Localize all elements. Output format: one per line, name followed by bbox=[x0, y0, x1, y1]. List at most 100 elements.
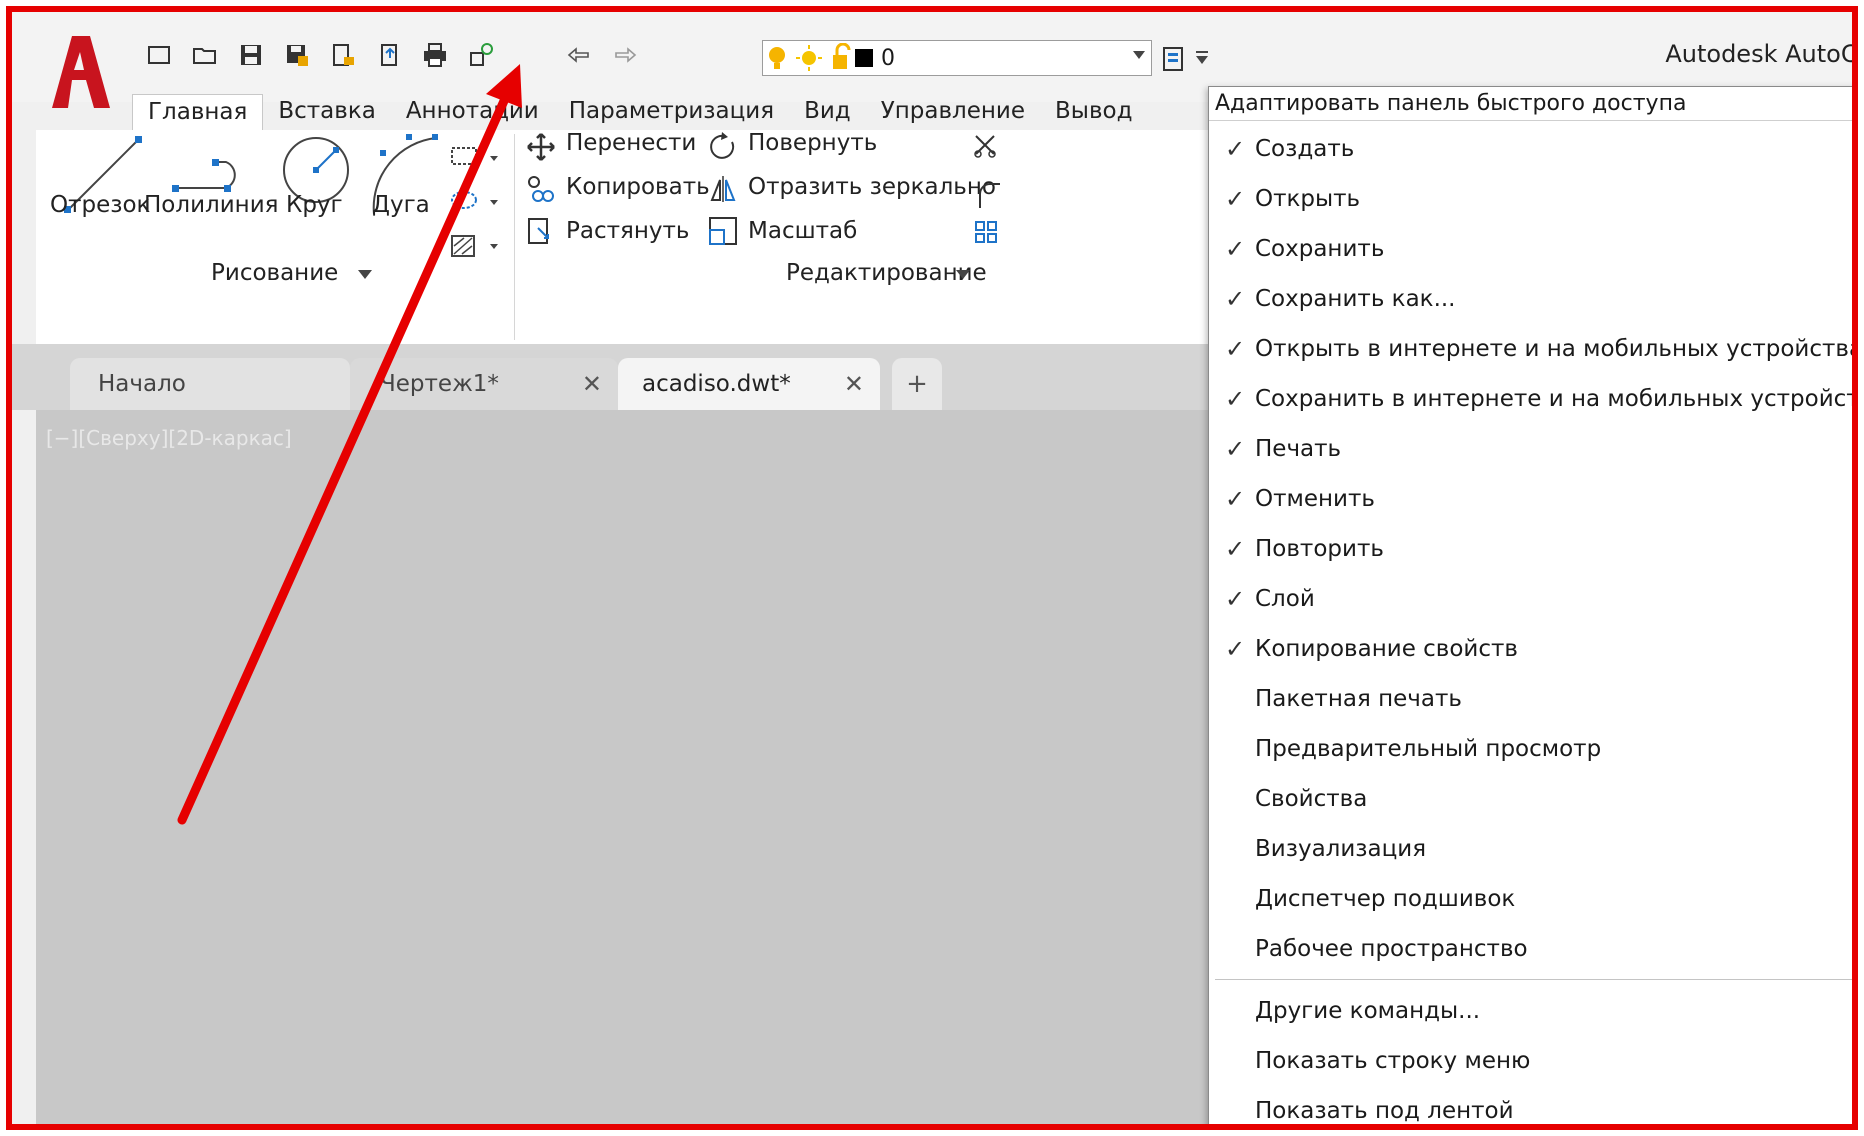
menu-item-more-commands[interactable]: Другие команды... bbox=[1209, 989, 1852, 1033]
chevron-down-icon[interactable] bbox=[1133, 51, 1145, 59]
menu-item-label: Слой bbox=[1255, 586, 1315, 612]
menu-item-properties[interactable]: Свойства bbox=[1209, 777, 1852, 821]
tab-acadiso-label: acadiso.dwt* bbox=[642, 371, 791, 397]
menu-item-create[interactable]: ✓ Создать bbox=[1209, 127, 1852, 171]
menu-item-label: Открыть bbox=[1255, 186, 1361, 212]
app-title: Autodesk AutoCA bbox=[1665, 40, 1858, 68]
menu-item-redo[interactable]: ✓ Повторить bbox=[1209, 527, 1852, 571]
polyline-tool-label[interactable]: Полилиния bbox=[144, 192, 279, 218]
draw-panel-expand-icon[interactable] bbox=[358, 270, 372, 280]
menu-item-open[interactable]: ✓ Открыть bbox=[1209, 177, 1852, 221]
menu-item-label: Повторить bbox=[1255, 536, 1384, 562]
stretch-icon[interactable] bbox=[526, 216, 556, 246]
mirror-icon[interactable] bbox=[708, 174, 738, 204]
rotate-icon[interactable] bbox=[708, 132, 738, 162]
tab-start-label: Начало bbox=[98, 371, 186, 397]
menu-header: Адаптировать панель быстрого доступа bbox=[1209, 87, 1852, 121]
menu-item-match-properties[interactable]: ✓ Копирование свойств bbox=[1209, 627, 1852, 671]
modify-panel-expand-icon[interactable] bbox=[956, 270, 970, 280]
menu-item-preview[interactable]: Предварительный просмотр bbox=[1209, 727, 1852, 771]
layer-dropdown[interactable]: 0 bbox=[762, 40, 1152, 76]
tab-output[interactable]: Вывод bbox=[1040, 94, 1147, 130]
line-tool-label[interactable]: Отрезок bbox=[50, 192, 150, 218]
menu-item-label: Копирование свойств bbox=[1255, 636, 1518, 662]
new-tab-button[interactable]: + bbox=[892, 358, 942, 410]
check-icon: ✓ bbox=[1225, 585, 1246, 613]
save-web-mobile-icon[interactable] bbox=[372, 38, 406, 72]
menu-item-print[interactable]: ✓ Печать bbox=[1209, 427, 1852, 471]
open-folder-icon[interactable] bbox=[188, 38, 222, 72]
circle-tool-label[interactable]: Круг bbox=[286, 192, 343, 218]
menu-item-label: Предварительный просмотр bbox=[1255, 736, 1602, 762]
customize-toolbar-icon[interactable] bbox=[1162, 42, 1222, 76]
menu-item-label: Рабочее пространство bbox=[1255, 936, 1528, 962]
check-icon: ✓ bbox=[1225, 135, 1246, 163]
modify-extra-tools-icons[interactable] bbox=[972, 132, 1012, 252]
plus-icon: + bbox=[906, 369, 928, 399]
menu-item-show-menu-bar[interactable]: Показать строку меню bbox=[1209, 1039, 1852, 1083]
menu-item-label: Другие команды... bbox=[1255, 998, 1481, 1024]
new-file-icon[interactable] bbox=[142, 38, 176, 72]
undo-icon[interactable] bbox=[562, 38, 596, 72]
mirror-label[interactable]: Отразить зеркально bbox=[748, 174, 996, 200]
ribbon-tabs: Главная Вставка Аннотации Параметризация… bbox=[132, 94, 1147, 130]
menu-item-label: Показать строку меню bbox=[1255, 1048, 1531, 1074]
tab-drawing1[interactable]: Чертеж1* ✕ bbox=[350, 358, 618, 410]
menu-item-workspace[interactable]: Рабочее пространство bbox=[1209, 927, 1852, 971]
tab-home[interactable]: Главная bbox=[132, 94, 264, 130]
tab-annotate[interactable]: Аннотации bbox=[391, 94, 554, 130]
tab-parametric[interactable]: Параметризация bbox=[554, 94, 789, 130]
open-web-mobile-icon[interactable] bbox=[326, 38, 360, 72]
redo-icon[interactable] bbox=[608, 38, 642, 72]
close-icon[interactable]: ✕ bbox=[582, 370, 602, 398]
menu-item-label: Свойства bbox=[1255, 786, 1368, 812]
scale-label[interactable]: Масштаб bbox=[748, 218, 857, 244]
menu-item-label: Сохранить bbox=[1255, 236, 1385, 262]
tab-acadiso[interactable]: acadiso.dwt* ✕ bbox=[618, 358, 880, 410]
save-as-icon[interactable] bbox=[280, 38, 314, 72]
check-icon: ✓ bbox=[1225, 485, 1246, 513]
copy-label[interactable]: Копировать bbox=[566, 174, 710, 200]
close-icon[interactable]: ✕ bbox=[844, 370, 864, 398]
menu-item-render[interactable]: Визуализация bbox=[1209, 827, 1852, 871]
menu-item-layer[interactable]: ✓ Слой bbox=[1209, 577, 1852, 621]
save-icon[interactable] bbox=[234, 38, 268, 72]
tab-start[interactable]: Начало bbox=[70, 358, 350, 410]
tab-drawing1-label: Чертеж1* bbox=[380, 371, 499, 397]
check-icon: ✓ bbox=[1225, 435, 1246, 463]
arc-tool-label[interactable]: Дуга bbox=[372, 192, 430, 218]
menu-item-undo[interactable]: ✓ Отменить bbox=[1209, 477, 1852, 521]
copy-icon[interactable] bbox=[526, 174, 556, 204]
draw-panel-title[interactable]: Рисование bbox=[211, 260, 338, 286]
menu-item-label: Сохранить как... bbox=[1255, 286, 1456, 312]
print-icon[interactable] bbox=[418, 38, 452, 72]
menu-item-label: Диспетчер подшивок bbox=[1255, 886, 1516, 912]
menu-item-open-web[interactable]: ✓ Открыть в интернете и на мобильных устр… bbox=[1209, 327, 1852, 371]
menu-item-batch-plot[interactable]: Пакетная печать bbox=[1209, 677, 1852, 721]
layer-name: 0 bbox=[881, 45, 895, 71]
rotate-label[interactable]: Повернуть bbox=[748, 130, 877, 156]
match-properties-icon[interactable] bbox=[464, 38, 498, 72]
menu-item-sheet-set[interactable]: Диспетчер подшивок bbox=[1209, 877, 1852, 921]
move-label[interactable]: Перенести bbox=[566, 130, 696, 156]
tab-manage[interactable]: Управление bbox=[866, 94, 1040, 130]
menu-item-save-web[interactable]: ✓ Сохранить в интернете и на мобильных ус… bbox=[1209, 377, 1852, 421]
scale-icon[interactable] bbox=[708, 216, 738, 246]
check-icon: ✓ bbox=[1225, 335, 1246, 363]
autocad-window: 0 Autodesk AutoCA Главная Вставка Аннота… bbox=[12, 12, 1852, 1124]
menu-item-label: Печать bbox=[1255, 436, 1342, 462]
viewport-controls[interactable]: [−][Сверху][2D-каркас] bbox=[46, 426, 292, 450]
check-icon: ✓ bbox=[1225, 385, 1246, 413]
tab-insert[interactable]: Вставка bbox=[263, 94, 390, 130]
menu-item-show-below-ribbon[interactable]: Показать под лентой bbox=[1209, 1089, 1852, 1124]
stretch-label[interactable]: Растянуть bbox=[566, 218, 689, 244]
menu-divider bbox=[1215, 979, 1852, 980]
draw-extra-tools-icons[interactable] bbox=[446, 142, 506, 272]
autocad-logo-icon[interactable] bbox=[42, 30, 112, 110]
menu-item-save[interactable]: ✓ Сохранить bbox=[1209, 227, 1852, 271]
move-icon[interactable] bbox=[526, 132, 556, 162]
menu-item-label: Показать под лентой bbox=[1255, 1098, 1514, 1124]
menu-item-save-as[interactable]: ✓ Сохранить как... bbox=[1209, 277, 1852, 321]
tab-view[interactable]: Вид bbox=[789, 94, 866, 130]
check-icon: ✓ bbox=[1225, 635, 1246, 663]
